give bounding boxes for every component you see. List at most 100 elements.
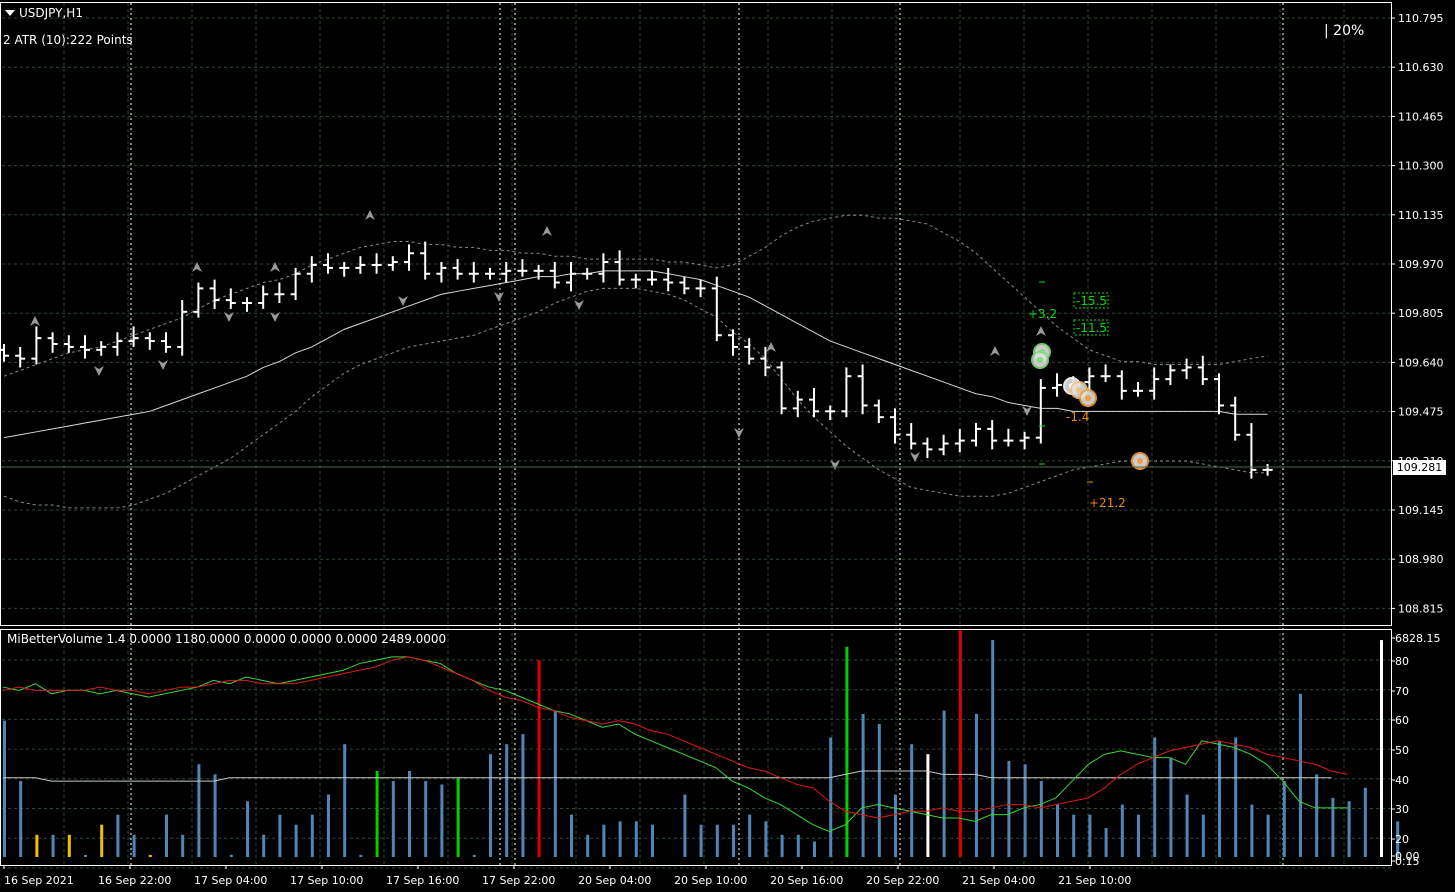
volume-bar xyxy=(197,764,201,857)
volume-bar xyxy=(310,814,314,857)
trade-marker-icon xyxy=(1031,351,1049,369)
volume-bar xyxy=(1039,781,1043,857)
volume-bar xyxy=(764,821,768,857)
indicator-tick-label: 50 xyxy=(1395,744,1409,757)
marker-center xyxy=(1137,458,1143,464)
symbol-timeframe-label[interactable]: USDJPY,H1 xyxy=(0,0,83,26)
volume-bar xyxy=(780,834,784,857)
indicator-label: MiBetterVolume 1.4 0.0000 1180.0000 0.00… xyxy=(7,632,447,646)
volume-bar xyxy=(1185,794,1189,857)
volume-bar xyxy=(1234,737,1238,857)
volume-bar xyxy=(51,834,55,857)
chart-canvas[interactable]: +3.2 -15.5 -11.5 -1.4 +21.2 110.795 110.630 11… xyxy=(0,0,1455,892)
volume-bar xyxy=(991,640,995,857)
volume-bar xyxy=(602,824,606,857)
time-tick-label: 16 Sep 2021 xyxy=(4,874,74,887)
time-tick-label: 17 Sep 22:00 xyxy=(482,874,555,887)
price-tick-label: 110.135 xyxy=(1398,209,1444,222)
current-price-label: 109.281 xyxy=(1393,460,1446,475)
volume-bar xyxy=(1282,781,1286,857)
volume-bar xyxy=(327,794,330,857)
volume-bar xyxy=(942,710,946,857)
marker-center xyxy=(1037,357,1043,363)
indicator-tick-label: 0.15 xyxy=(1395,855,1420,868)
indicator-tick-label: 40 xyxy=(1395,774,1409,787)
volume-bar xyxy=(1380,640,1383,857)
price-tick-label: 108.980 xyxy=(1398,553,1444,566)
volume-bar xyxy=(570,814,573,857)
price-tick-label: 109.145 xyxy=(1398,504,1444,517)
volume-bar xyxy=(894,794,897,857)
volume-bar xyxy=(246,801,249,857)
volume-bar xyxy=(861,713,865,857)
volume-bar xyxy=(732,824,735,857)
indicator-tick-label: 70 xyxy=(1395,685,1409,698)
time-tick-label: 21 Sep 04:00 xyxy=(962,874,1035,887)
price-tick-label: 110.630 xyxy=(1398,61,1444,74)
price-tick-label: 109.970 xyxy=(1398,258,1444,271)
volume-bar xyxy=(1218,740,1221,857)
volume-bar xyxy=(829,737,833,857)
volume-bar xyxy=(1056,804,1059,857)
time-tick-label: 20 Sep 22:00 xyxy=(866,874,939,887)
volume-bar xyxy=(359,854,363,857)
volume-bar xyxy=(505,744,509,857)
volume-bar xyxy=(926,754,930,857)
indicator-tick-label: 30 xyxy=(1395,803,1409,816)
volume-bar xyxy=(489,754,492,857)
trade-label-green: +3.2 xyxy=(1028,307,1057,321)
time-tick-label: 20 Sep 04:00 xyxy=(578,874,651,887)
time-tick-label: 17 Sep 16:00 xyxy=(386,874,459,887)
volume-bar xyxy=(1137,814,1140,857)
trade-marker-icon xyxy=(1079,389,1097,407)
volume-bar xyxy=(165,814,168,857)
volume-bar xyxy=(1331,797,1335,857)
volume-bar xyxy=(958,630,962,857)
volume-bar xyxy=(278,814,282,857)
volume-bar xyxy=(1007,760,1011,857)
volume-bar xyxy=(845,646,849,857)
volume-bar xyxy=(213,774,217,857)
volume-bar xyxy=(116,814,120,857)
indicator-tick-label: 80 xyxy=(1395,655,1409,668)
volume-bar xyxy=(910,744,914,857)
volume-bar xyxy=(1315,774,1319,857)
volume-bar xyxy=(877,724,881,857)
volume-bar xyxy=(375,771,379,857)
volume-bar xyxy=(537,660,541,857)
volume-bar xyxy=(975,713,978,857)
volume-bar xyxy=(262,834,266,857)
volume-bar xyxy=(343,744,347,857)
volume-bar xyxy=(1153,737,1157,857)
indicator-tick-label: 6828.15 xyxy=(1395,632,1441,645)
volume-bar xyxy=(1250,804,1254,857)
volume-bar xyxy=(521,734,525,857)
time-tick-label: 16 Sep 22:00 xyxy=(98,874,171,887)
volume-bar xyxy=(683,794,687,857)
trade-label-green: -15.5 xyxy=(1076,294,1107,308)
dropdown-triangle-icon[interactable] xyxy=(5,10,15,16)
volume-bar xyxy=(1072,814,1076,857)
volume-bar xyxy=(699,824,703,857)
price-tick-label: 109.475 xyxy=(1398,406,1444,419)
volume-bar xyxy=(1169,757,1173,857)
volume-bar xyxy=(1363,787,1367,857)
volume-bar xyxy=(3,720,6,857)
volume-bar xyxy=(1347,801,1351,857)
price-tick-label: 109.640 xyxy=(1398,356,1444,369)
volume-bar xyxy=(408,771,411,857)
volume-bar xyxy=(1088,814,1092,857)
volume-bar xyxy=(181,834,185,857)
time-tick-label: 20 Sep 16:00 xyxy=(770,874,843,887)
price-tick-label: 110.300 xyxy=(1398,160,1444,173)
volume-bar xyxy=(715,824,719,857)
indicator-tick-label: 60 xyxy=(1395,714,1409,727)
time-tick-label: 17 Sep 10:00 xyxy=(290,874,363,887)
marker-center xyxy=(1085,395,1091,401)
volume-bar xyxy=(586,834,590,857)
trade-label-orange: +21.2 xyxy=(1089,496,1126,510)
time-tick-label: 17 Sep 04:00 xyxy=(194,874,267,887)
volume-bar xyxy=(1201,814,1205,857)
volume-bar xyxy=(618,821,622,857)
price-tick-label: 110.795 xyxy=(1398,12,1444,25)
